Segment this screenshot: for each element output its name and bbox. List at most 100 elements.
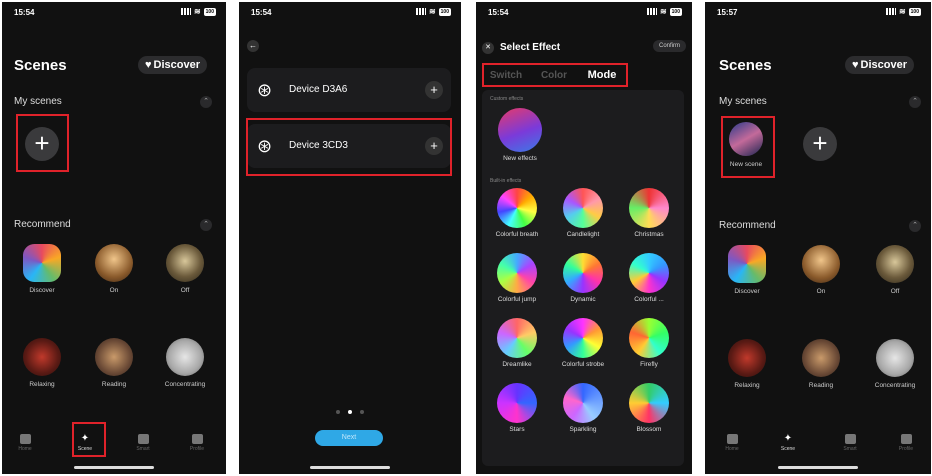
recommend-item-on[interactable]: On (84, 244, 144, 294)
recommend-item-concentrating[interactable]: Concentrating (865, 339, 925, 389)
effect-icon (563, 383, 603, 423)
status-time: 15:54 (14, 8, 35, 17)
smart-icon (137, 434, 149, 444)
tab-profile[interactable]: Profile (180, 434, 214, 452)
close-icon[interactable]: ✕ (482, 42, 494, 54)
reading-image (95, 338, 133, 376)
effect-icon (497, 383, 537, 423)
custom-effects-heading: Custom effects (490, 96, 524, 102)
recommend-item-discover[interactable]: Discover (717, 245, 777, 295)
recommend-item-off[interactable]: Off (865, 245, 925, 295)
signal-icon (646, 8, 657, 15)
effect-item[interactable]: Colorful ... (617, 253, 681, 303)
status-time: 15:54 (488, 8, 509, 17)
effect-item[interactable]: Colorful jump (485, 253, 549, 303)
collapse-recommend-icon[interactable]: ⌃ (909, 220, 921, 232)
smart-icon (844, 434, 856, 444)
effect-item[interactable]: Christmas (617, 188, 681, 238)
status-bar: 15:57 ≋ 100 (705, 2, 931, 20)
tab-home[interactable]: Home (715, 434, 749, 452)
effect-icon (497, 188, 537, 228)
back-arrow-icon[interactable]: ← (247, 40, 259, 52)
tab-smart[interactable]: Smart (833, 434, 867, 452)
discover-scene-icon (728, 245, 766, 283)
discover-scene-icon (23, 244, 61, 282)
effect-icon (563, 318, 603, 358)
effect-item[interactable]: Blossom (617, 383, 681, 433)
tab-smart[interactable]: Smart (126, 434, 160, 452)
effect-item[interactable]: Sparkling (551, 383, 615, 433)
effect-icon (563, 253, 603, 293)
tab-profile[interactable]: Profile (889, 434, 923, 452)
discover-button[interactable]: ♥ Discover (845, 56, 915, 74)
home-indicator (74, 466, 154, 469)
confirm-button[interactable]: Confirm (652, 40, 686, 52)
effects-panel: Custom effects New effects Built-in effe… (482, 90, 684, 466)
battery-icon: 100 (669, 7, 682, 16)
status-bar: 15:54 ≋ 100 (2, 2, 226, 20)
effect-item[interactable]: Candlelight (551, 188, 615, 238)
recommend-item-off[interactable]: Off (155, 244, 215, 294)
recommend-heading: Recommend (14, 219, 71, 230)
select-effect-screen: 15:54 ≋ 100 ✕ Select Effect Confirm Switc… (476, 2, 692, 474)
wifi-icon: ≋ (193, 7, 201, 16)
wifi-icon: ≋ (659, 7, 667, 16)
effect-item[interactable]: Colorful strobe (551, 318, 615, 368)
page-title: Scenes (719, 57, 772, 74)
status-bar: 15:54 ≋ 100 (476, 2, 692, 20)
add-scene-button[interactable]: + (803, 127, 837, 161)
recommend-item-reading[interactable]: Reading (791, 339, 851, 389)
recommend-item-concentrating[interactable]: Concentrating (155, 338, 215, 388)
relaxing-image (728, 339, 766, 377)
effect-item[interactable]: Firefly (617, 318, 681, 368)
tab-bar: Home ✦ Scene Smart Profile (2, 426, 226, 474)
profile-icon (900, 434, 912, 444)
add-device-button[interactable]: + (425, 81, 443, 99)
wifi-icon: ≋ (428, 7, 436, 16)
recommend-item-on[interactable]: On (791, 245, 851, 295)
collapse-my-scenes-icon[interactable]: ⌃ (909, 96, 921, 108)
concentrating-image (876, 339, 914, 377)
page-title: Select Effect (500, 42, 561, 53)
lights-on-image (802, 245, 840, 283)
collapse-my-scenes-icon[interactable]: ⌃ (200, 96, 212, 108)
profile-icon (191, 434, 203, 444)
my-scenes-heading: My scenes (14, 96, 62, 107)
discover-button[interactable]: ♥ Discover (138, 56, 208, 74)
tab-bar: Home ✦ Scene Smart Profile (705, 426, 931, 474)
effect-item[interactable]: Colorful breath (485, 188, 549, 238)
highlight-box (482, 63, 628, 87)
highlight-box (16, 114, 69, 172)
status-bar: 15:54 ≋ 100 (239, 2, 461, 20)
lights-on-image (95, 244, 133, 282)
heart-icon: ♥ (852, 59, 859, 71)
tab-scene[interactable]: ✦ Scene (771, 434, 805, 453)
battery-icon: 100 (203, 7, 216, 16)
signal-icon (885, 8, 896, 15)
recommend-item-reading[interactable]: Reading (84, 338, 144, 388)
recommend-item-discover[interactable]: Discover (12, 244, 72, 294)
home-indicator (778, 466, 858, 469)
scenes-screen-with-new-scene: 15:57 ≋ 100 Scenes ♥ Discover My scenes ⌃ … (705, 2, 931, 474)
home-icon (19, 434, 31, 444)
effect-icon (497, 318, 537, 358)
effect-item[interactable]: Stars (485, 383, 549, 433)
highlight-box (721, 116, 775, 178)
device-row[interactable]: ⊛ Device D3A6 + (247, 68, 451, 112)
collapse-recommend-icon[interactable]: ⌃ (200, 219, 212, 231)
lights-off-image (876, 245, 914, 283)
recommend-heading: Recommend (719, 220, 776, 231)
effect-icon (629, 188, 669, 228)
tab-home[interactable]: Home (8, 434, 42, 452)
recommend-item-relaxing[interactable]: Relaxing (12, 338, 72, 388)
effect-item[interactable]: Dreamlike (485, 318, 549, 368)
new-effects-item[interactable]: New effects (488, 108, 552, 162)
recommend-item-relaxing[interactable]: Relaxing (717, 339, 777, 389)
light-strip-icon: ⊛ (257, 80, 273, 100)
effect-item[interactable]: Dynamic (551, 253, 615, 303)
effect-icon (563, 188, 603, 228)
home-indicator (310, 466, 390, 469)
status-time: 15:57 (717, 8, 738, 17)
signal-icon (180, 8, 191, 15)
next-button[interactable]: Next (315, 430, 383, 446)
